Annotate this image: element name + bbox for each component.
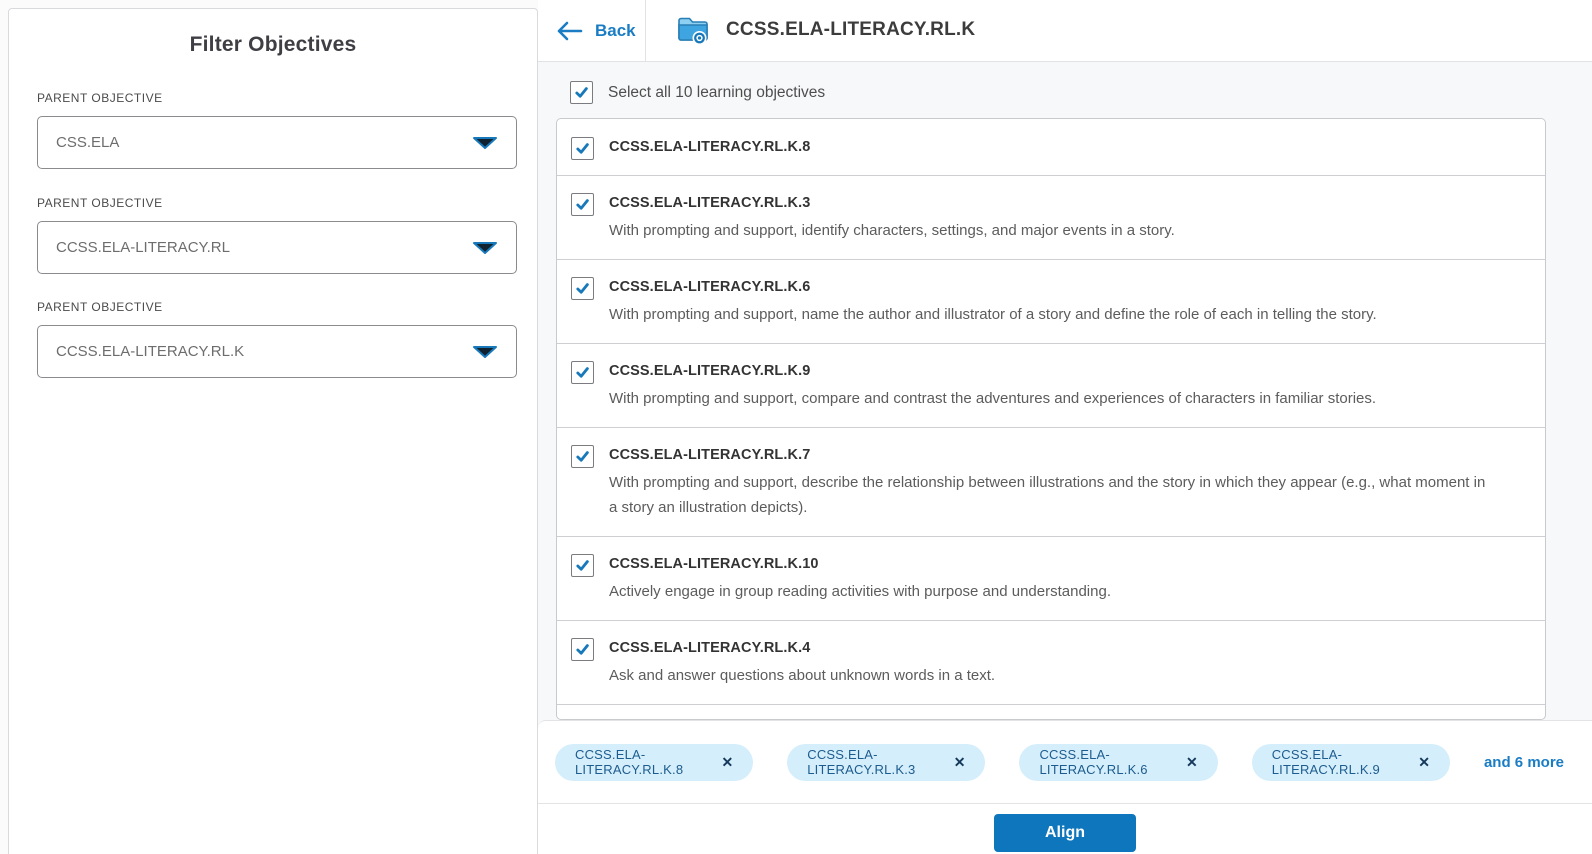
- objective-row: CCSS.ELA-LITERACY.RL.K.5: [557, 704, 1545, 719]
- objective-row: CCSS.ELA-LITERACY.RL.K.10 Actively engag…: [557, 536, 1545, 620]
- objective-row: CCSS.ELA-LITERACY.RL.K.6 With prompting …: [557, 259, 1545, 343]
- folder-icon: [678, 17, 708, 45]
- objective-code: CCSS.ELA-LITERACY.RL.K.4: [609, 640, 811, 656]
- checkmark-icon: [576, 283, 589, 294]
- checkmark-icon: [575, 87, 588, 98]
- align-action-bar: Align: [538, 803, 1592, 854]
- parent-objective-dropdown-3[interactable]: CCSS.ELA-LITERACY.RL.K: [37, 325, 517, 378]
- filter-panel-title: Filter Objectives: [189, 33, 357, 56]
- chip-label: CCSS.ELA-LITERACY.RL.K.8: [575, 747, 684, 777]
- objective-checkbox[interactable]: [571, 137, 594, 160]
- chip-label: CCSS.ELA-LITERACY.RL.K.9: [1271, 747, 1380, 777]
- selected-chip: CCSS.ELA-LITERACY.RL.K.8 ✕: [555, 743, 754, 781]
- objective-code: CCSS.ELA-LITERACY.RL.K.9: [609, 363, 811, 379]
- objectives-header: Back CCSS.ELA-LITERACY.RL.K: [538, 0, 1592, 62]
- objective-code: CCSS.ELA-LITERACY.RL.K.10: [609, 556, 819, 572]
- selected-chip: CCSS.ELA-LITERACY.RL.K.9 ✕: [1251, 743, 1450, 781]
- objective-checkbox[interactable]: [571, 638, 594, 661]
- align-objectives-screen: Filter Objectives PARENT OBJECTIVE CSS.E…: [0, 0, 1592, 854]
- select-all-checkbox[interactable]: [570, 81, 593, 104]
- chip-remove-icon[interactable]: ✕: [1418, 755, 1430, 769]
- dropdown-value: CSS.ELA: [56, 134, 120, 151]
- objective-row: CCSS.ELA-LITERACY.RL.K.8: [557, 119, 1545, 175]
- parent-objective-group-2: PARENT OBJECTIVE CCSS.ELA-LITERACY.RL: [37, 196, 517, 274]
- objective-description: With prompting and support, name the aut…: [609, 306, 1377, 323]
- dropdown-value: CCSS.ELA-LITERACY.RL: [56, 239, 230, 256]
- chip-label: CCSS.ELA-LITERACY.RL.K.6: [1039, 747, 1148, 777]
- arrow-left-icon: [557, 21, 583, 41]
- checkmark-icon: [576, 199, 589, 210]
- selected-chip: CCSS.ELA-LITERACY.RL.K.6 ✕: [1019, 743, 1218, 781]
- chip-remove-icon[interactable]: ✕: [722, 755, 734, 769]
- header-divider: [645, 0, 646, 62]
- checkmark-icon: [576, 367, 589, 378]
- objective-checkbox[interactable]: [571, 554, 594, 577]
- objective-description: Ask and answer questions about unknown w…: [609, 667, 996, 684]
- objective-row: CCSS.ELA-LITERACY.RL.K.4 Ask and answer …: [557, 620, 1545, 704]
- objective-description: With prompting and support, describe the…: [609, 474, 1486, 516]
- objective-row: CCSS.ELA-LITERACY.RL.K.3 With prompting …: [557, 175, 1545, 259]
- objective-code: CCSS.ELA-LITERACY.RL.K.6: [609, 279, 811, 295]
- objective-code: CCSS.ELA-LITERACY.RL.K.8: [609, 139, 811, 155]
- chip-remove-icon[interactable]: ✕: [954, 755, 966, 769]
- page-title: CCSS.ELA-LITERACY.RL.K: [726, 19, 976, 40]
- objective-description: With prompting and support, identify cha…: [609, 222, 1175, 239]
- objective-checkbox[interactable]: [571, 361, 594, 384]
- objective-code: CCSS.ELA-LITERACY.RL.K.3: [609, 195, 811, 211]
- chevron-down-icon: [473, 345, 497, 358]
- parent-objective-label: PARENT OBJECTIVE: [37, 196, 163, 210]
- objective-row: CCSS.ELA-LITERACY.RL.K.9 With prompting …: [557, 343, 1545, 427]
- parent-objective-dropdown-2[interactable]: CCSS.ELA-LITERACY.RL: [37, 221, 517, 274]
- objective-code: CCSS.ELA-LITERACY.RL.K.7: [609, 447, 811, 463]
- align-button[interactable]: Align: [994, 814, 1136, 852]
- objective-description: Actively engage in group reading activit…: [609, 583, 1111, 600]
- objective-checkbox[interactable]: [571, 445, 594, 468]
- back-label: Back: [595, 21, 636, 40]
- selected-objectives-bar: CCSS.ELA-LITERACY.RL.K.8 ✕ CCSS.ELA-LITE…: [538, 720, 1592, 803]
- checkmark-icon: [576, 451, 589, 462]
- objective-checkbox[interactable]: [571, 193, 594, 216]
- parent-objective-group-1: PARENT OBJECTIVE CSS.ELA: [37, 91, 517, 169]
- parent-objective-group-3: PARENT OBJECTIVE CCSS.ELA-LITERACY.RL.K: [37, 300, 517, 378]
- selected-chip: CCSS.ELA-LITERACY.RL.K.3 ✕: [787, 743, 986, 781]
- objective-checkbox[interactable]: [571, 277, 594, 300]
- objective-description: With prompting and support, compare and …: [609, 390, 1377, 407]
- filter-objectives-panel: Filter Objectives PARENT OBJECTIVE CSS.E…: [8, 8, 538, 854]
- and-more-link[interactable]: and 6 more: [1484, 754, 1564, 771]
- checkmark-icon: [576, 644, 589, 655]
- objectives-list: CCSS.ELA-LITERACY.RL.K.8 CCSS.ELA-LITERA…: [556, 118, 1546, 720]
- parent-objective-dropdown-1[interactable]: CSS.ELA: [37, 116, 517, 169]
- objectives-panel: Back CCSS.ELA-LITERACY.RL.K Select all 1…: [538, 0, 1592, 854]
- parent-objective-label: PARENT OBJECTIVE: [37, 91, 163, 105]
- chevron-down-icon: [473, 136, 497, 149]
- chevron-down-icon: [473, 241, 497, 254]
- chip-remove-icon[interactable]: ✕: [1186, 755, 1198, 769]
- select-all-row: Select all 10 learning objectives: [570, 81, 825, 104]
- parent-objective-label: PARENT OBJECTIVE: [37, 300, 163, 314]
- checkmark-icon: [576, 143, 589, 154]
- checkmark-icon: [576, 560, 589, 571]
- select-all-label: Select all 10 learning objectives: [608, 83, 826, 101]
- dropdown-value: CCSS.ELA-LITERACY.RL.K: [56, 343, 245, 360]
- back-button[interactable]: Back: [555, 14, 636, 48]
- objective-row: CCSS.ELA-LITERACY.RL.K.7 With prompting …: [557, 427, 1545, 536]
- chip-label: CCSS.ELA-LITERACY.RL.K.3: [807, 747, 916, 777]
